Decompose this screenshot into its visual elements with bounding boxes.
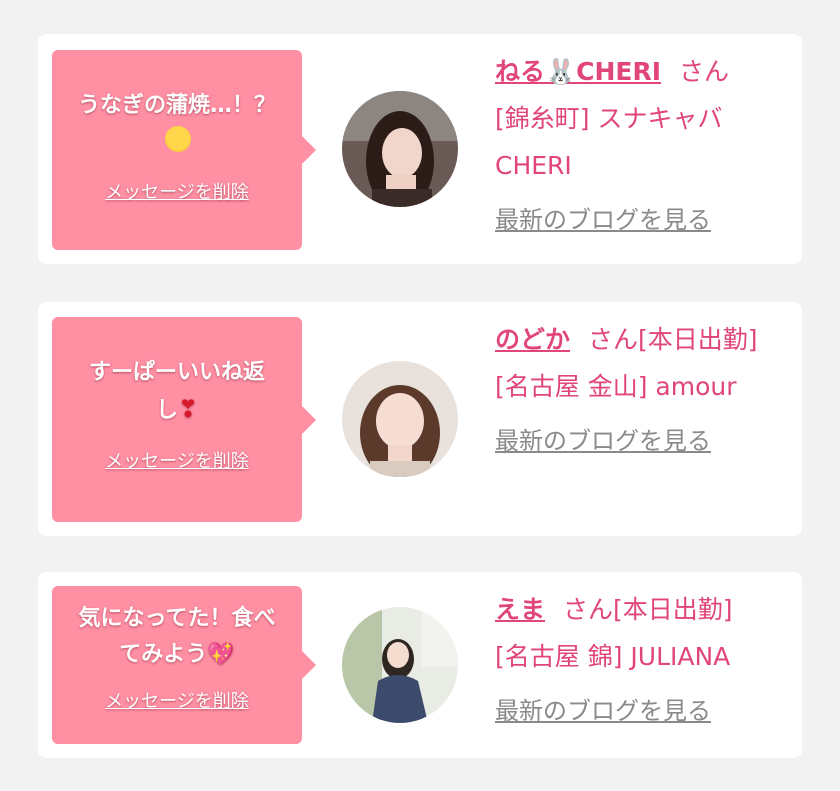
pleading-face-icon (165, 126, 191, 152)
user-info: のどか さん[本日出勤] [名古屋 金山] amour 最新のブログを見る (495, 316, 795, 465)
delete-message-link[interactable]: メッセージを削除 (105, 687, 249, 713)
user-info: ねる🐰CHERI さん [錦糸町] スナキャバCHERI 最新のブログを見る (495, 48, 795, 244)
user-info: えま さん[本日出勤] [名古屋 錦] JULIANA 最新のブログを見る (495, 586, 795, 735)
latest-blog-link[interactable]: 最新のブログを見る (495, 418, 795, 465)
honorific: さん[本日出勤] (563, 595, 733, 624)
message-text: 気になってた！食べてみよう (78, 606, 276, 667)
message-bubble: すーぱーいいね返し❣ メッセージを削除 (52, 317, 316, 522)
message-bubble: 気になってた！食べてみよう💖 メッセージを削除 (52, 586, 316, 744)
honorific: さん (679, 57, 730, 86)
message-bubble: うなぎの蒲焼…！？ メッセージを削除 (52, 50, 316, 250)
user-name-link[interactable]: えま (495, 595, 545, 624)
honorific: さん[本日出勤] (588, 325, 758, 354)
avatar[interactable] (342, 361, 458, 477)
heart-exclamation-icon: ❣ (177, 395, 199, 423)
avatar[interactable] (342, 607, 458, 723)
delete-message-link[interactable]: メッセージを削除 (105, 447, 249, 473)
shop-name: [名古屋 金山] amour (495, 372, 737, 401)
message-card: 気になってた！食べてみよう💖 メッセージを削除 えま さん[本日出勤] [名古屋 … (38, 572, 802, 758)
latest-blog-link[interactable]: 最新のブログを見る (495, 197, 795, 244)
user-name-link[interactable]: ねる🐰CHERI (495, 57, 661, 86)
message-card: うなぎの蒲焼…！？ メッセージを削除 ねる🐰CHERI さん [錦糸町] スナキャ… (38, 34, 802, 264)
message-text: うなぎの蒲焼…！？ (77, 93, 276, 118)
avatar[interactable] (342, 91, 458, 207)
user-name-link[interactable]: のどか (495, 325, 570, 354)
shop-name: [錦糸町] スナキャバCHERI (495, 104, 723, 180)
delete-message-link[interactable]: メッセージを削除 (105, 178, 249, 204)
message-card: すーぱーいいね返し❣ メッセージを削除 のどか さん[本日出勤] [名古屋 金山]… (38, 302, 802, 536)
sparkling-heart-icon: 💖 (207, 642, 235, 667)
latest-blog-link[interactable]: 最新のブログを見る (495, 688, 795, 735)
shop-name: [名古屋 錦] JULIANA (495, 642, 731, 671)
